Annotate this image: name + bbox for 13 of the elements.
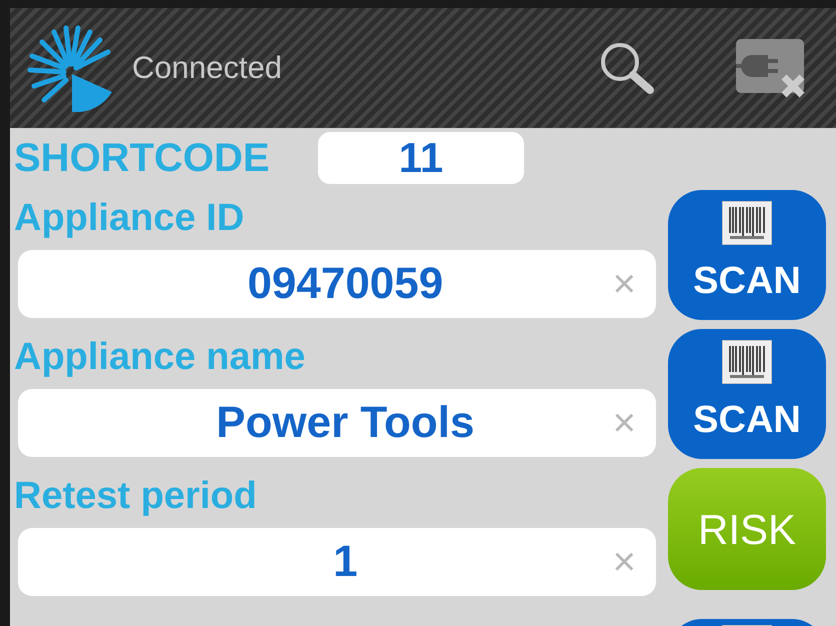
shortcode-value: 11 (318, 132, 524, 184)
text-input-field[interactable]: 09470059 × (18, 250, 656, 318)
shortcode-label: SHORTCODE (14, 138, 271, 178)
text-input-field[interactable]: 1 × (18, 528, 656, 596)
barcode-icon (722, 340, 772, 384)
connection-status: Connected (132, 48, 282, 87)
scan-button[interactable]: SCAN (668, 190, 826, 320)
field-label: Appliance ID (14, 196, 246, 240)
field-label: Retest period (14, 474, 258, 518)
text-input-field[interactable]: Power Tools × (18, 389, 656, 457)
field-label: Appliance name (14, 335, 306, 379)
barcode-icon (722, 200, 772, 244)
scan-button[interactable]: SCAN (668, 329, 826, 459)
